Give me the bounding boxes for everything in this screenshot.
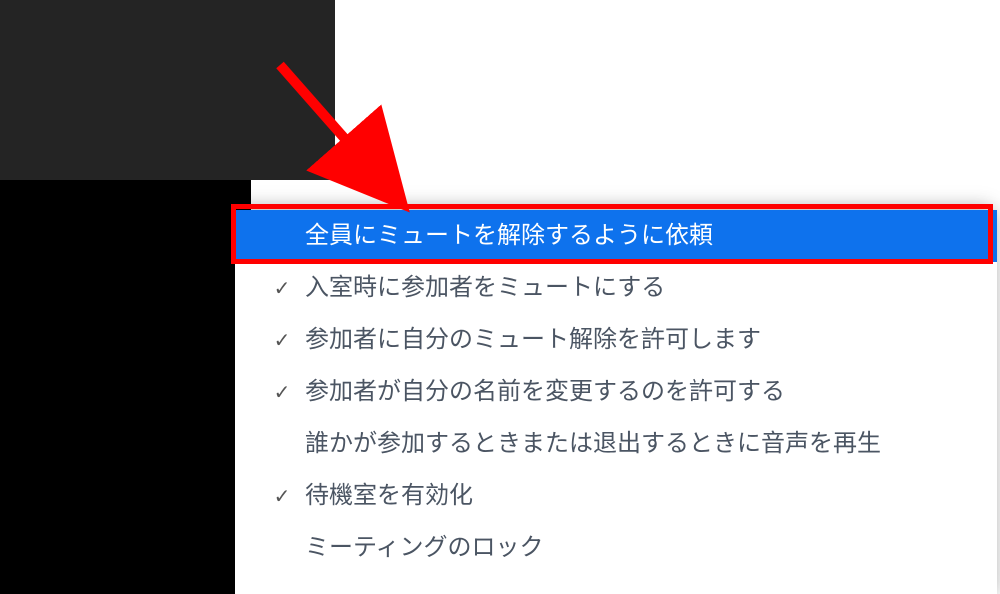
menu-item-label: 待機室を有効化 [305,484,473,508]
menu-item-label: 参加者に自分のミュート解除を許可します [305,328,761,352]
dark-panel-top-left [0,0,335,180]
check-icon: ✓ [265,484,299,509]
menu-item-play-join-leave-sound[interactable]: 誰かが参加するときまたは退出するときに音声を再生 [235,418,997,470]
menu-item-allow-rename[interactable]: ✓ 参加者が自分の名前を変更するのを許可する [235,366,997,418]
menu-item-allow-unmute[interactable]: ✓ 参加者に自分のミュート解除を許可します [235,314,997,366]
menu-item-label: 全員にミュートを解除するように依頼 [305,224,713,248]
participants-context-menu: 全員にミュートを解除するように依頼 ✓ 入室時に参加者をミュートにする ✓ 参加… [235,210,997,594]
menu-item-label: 参加者が自分の名前を変更するのを許可する [305,380,785,404]
menu-item-ask-all-unmute[interactable]: 全員にミュートを解除するように依頼 [235,210,997,262]
check-icon: ✓ [265,276,299,301]
dark-panel-bottom-left [0,180,251,594]
check-icon: ✓ [265,380,299,405]
menu-item-label: 入室時に参加者をミュートにする [305,276,665,300]
menu-item-enable-waiting-room[interactable]: ✓ 待機室を有効化 [235,470,997,522]
menu-item-label: ミーティングのロック [305,536,544,560]
menu-item-label: 誰かが参加するときまたは退出するときに音声を再生 [305,432,881,456]
menu-item-lock-meeting[interactable]: ミーティングのロック [235,522,997,574]
menu-item-mute-on-entry[interactable]: ✓ 入室時に参加者をミュートにする [235,262,997,314]
check-icon: ✓ [265,328,299,353]
